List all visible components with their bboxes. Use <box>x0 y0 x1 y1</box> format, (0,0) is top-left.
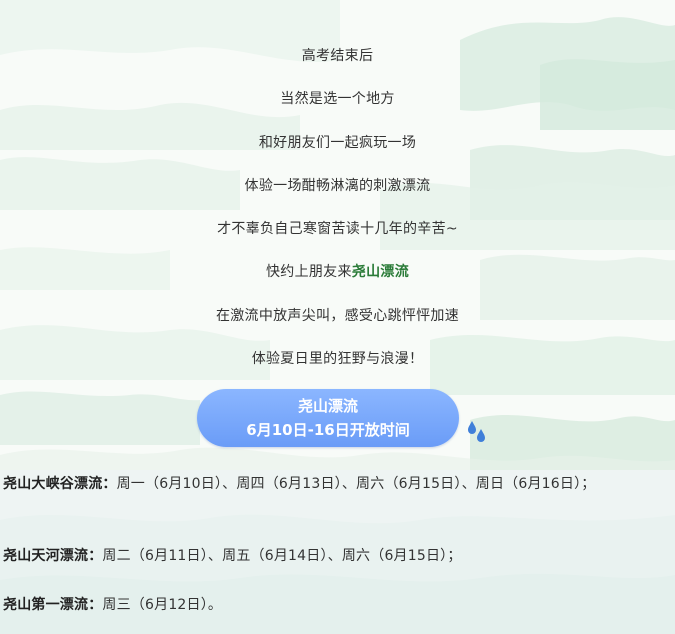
schedule-banner: 尧山漂流 6月10日-16日开放时间 <box>197 389 459 447</box>
outro-line: 体验夏日里的狂野与浪漫！ <box>251 351 424 367</box>
schedule-days: 周二（6月11日）、周五（6月14日）、周六（6月15日）； <box>102 548 462 564</box>
intro-line: 高考结束后 <box>301 48 374 64</box>
banner-subtitle: 6月10日-16日开放时间 <box>246 421 410 439</box>
outro-line: 在激流中放声尖叫，感受心跳怦怦加速 <box>215 308 460 324</box>
invite-highlight: 尧山漂流 <box>351 264 409 280</box>
article-content: 高考结束后 当然是选一个地方 和好朋友们一起疯玩一场 体验一场酣畅淋漓的刺激漂流… <box>0 0 675 634</box>
invite-line: 快约上朋友来尧山漂流 <box>0 262 675 282</box>
water-drops-icon <box>468 421 485 442</box>
schedule-item: 尧山大峡谷漂流：周一（6月10日）、周四（6月13日）、周六（6月15日）、周日… <box>0 472 675 496</box>
schedule-item: 尧山天河漂流：周二（6月11日）、周五（6月14日）、周六（6月15日）； <box>0 544 675 568</box>
intro-line: 才不辜负自己寒窗苦读十几年的辛苦~ <box>217 221 458 237</box>
intro-line: 体验一场酣畅淋漓的刺激漂流 <box>244 178 431 194</box>
schedule-days: 周三（6月12日）。 <box>102 597 223 613</box>
schedule-name: 尧山天河漂流： <box>3 548 103 564</box>
schedule-days: 周一（6月10日）、周四（6月13日）、周六（6月15日）、周日（6月16日）； <box>116 476 596 492</box>
intro-line: 当然是选一个地方 <box>280 91 395 107</box>
invite-prefix: 快约上朋友来 <box>265 264 352 280</box>
schedule-name: 尧山大峡谷漂流： <box>3 476 117 492</box>
schedule-name: 尧山第一漂流： <box>3 597 103 613</box>
intro-line: 和好朋友们一起疯玩一场 <box>258 135 417 151</box>
schedule-item: 尧山第一漂流：周三（6月12日）。 <box>0 593 675 617</box>
banner-title: 尧山漂流 <box>297 397 358 415</box>
